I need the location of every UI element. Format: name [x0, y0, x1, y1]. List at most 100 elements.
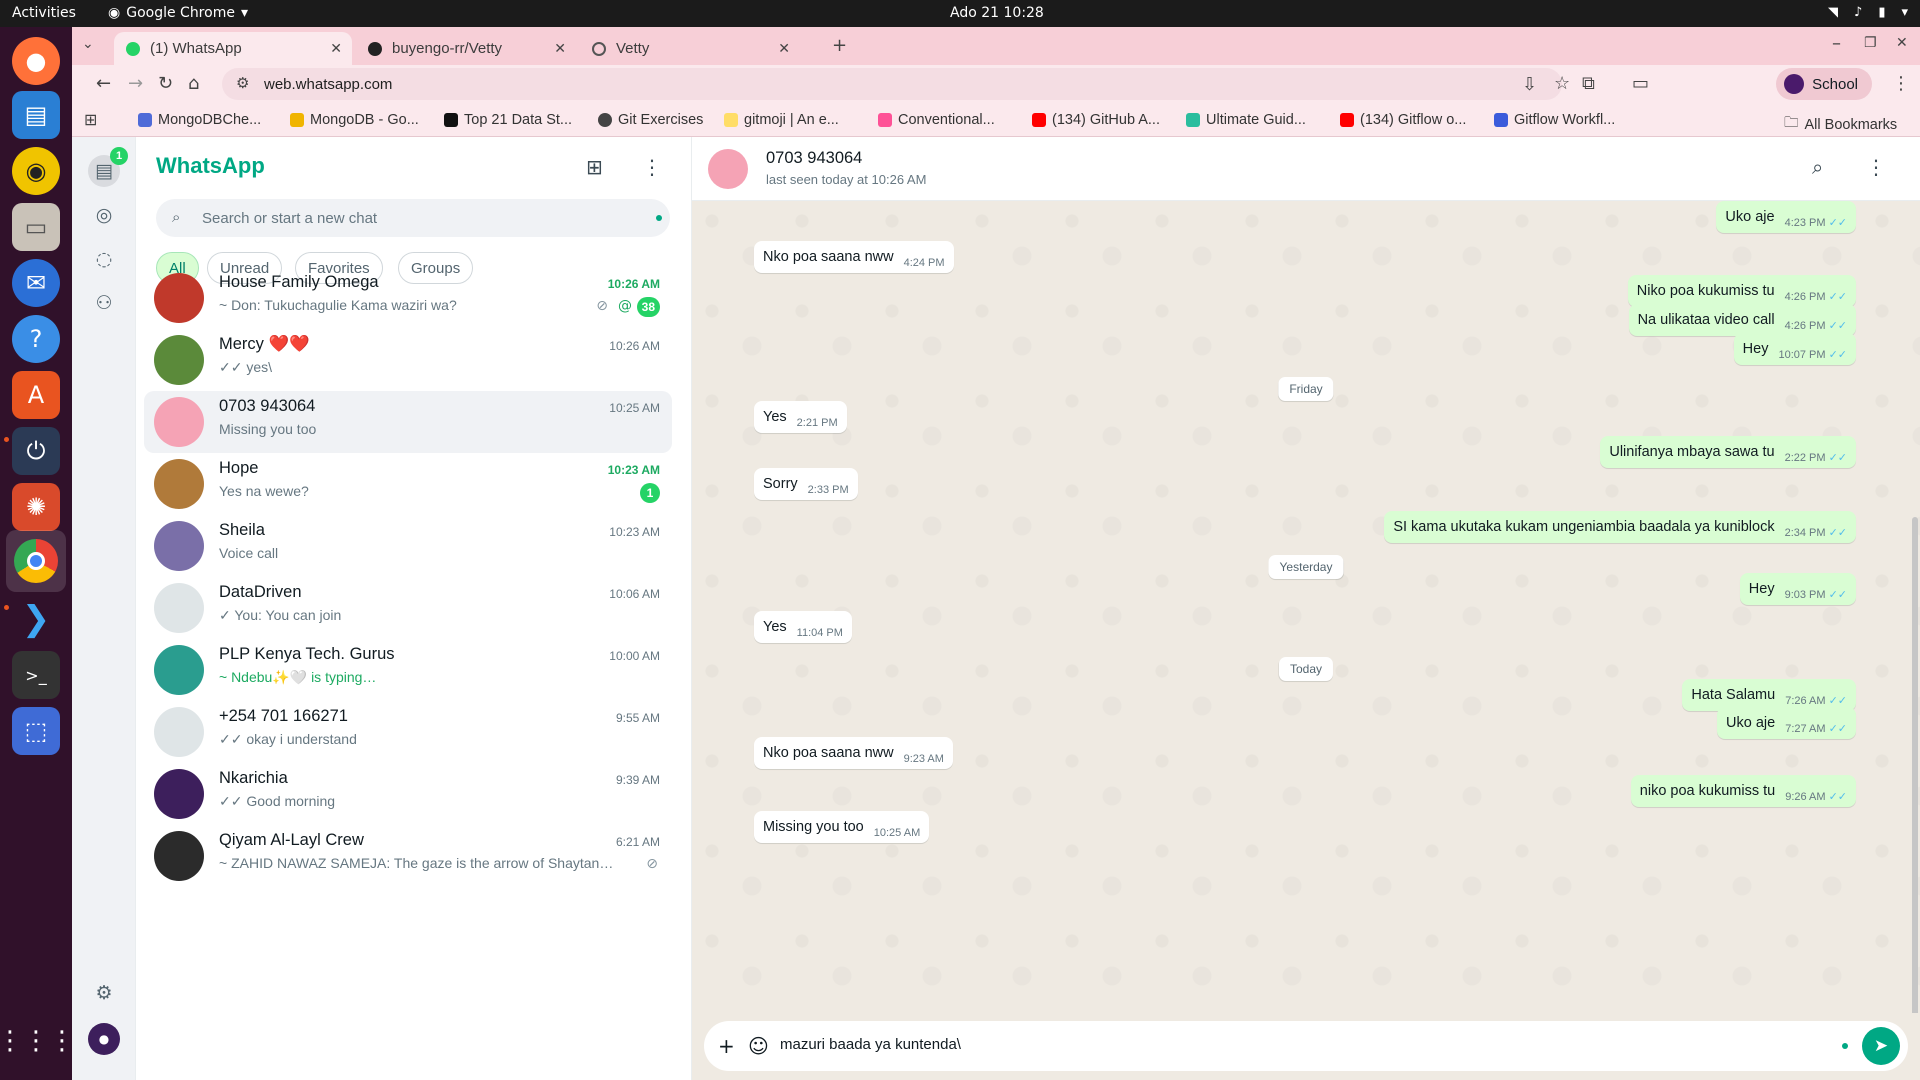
- close-tab-icon[interactable]: ✕: [554, 40, 566, 57]
- emoji-icon[interactable]: ☺: [748, 1034, 769, 1058]
- system-tray[interactable]: ◥ ♪ ▮ ▾: [1828, 5, 1908, 20]
- vscode-icon[interactable]: ❯: [12, 595, 60, 643]
- close-tab-icon[interactable]: ✕: [778, 40, 790, 57]
- kebab-menu-icon[interactable]: ⋮: [1892, 73, 1910, 94]
- screenshot-icon[interactable]: ⬚: [12, 707, 60, 755]
- install-app-icon[interactable]: ⇩: [1522, 74, 1537, 95]
- bookmark-item[interactable]: Gitflow Workfl...: [1494, 112, 1615, 128]
- cast-icon[interactable]: ▭: [1632, 73, 1649, 94]
- apps-grid-icon[interactable]: ⊞: [84, 110, 97, 129]
- status-icon[interactable]: ◎: [88, 199, 120, 231]
- conversation-header[interactable]: 0703 943064 last seen today at 10:26 AM …: [692, 137, 1920, 201]
- search-icon[interactable]: ⌕: [1812, 155, 1823, 179]
- chat-row[interactable]: PLP Kenya Tech. Gurus 10:00 AM ~ Ndebu✨🤍 i…: [144, 639, 672, 701]
- writer-icon[interactable]: ▤: [12, 91, 60, 139]
- clock[interactable]: Ado 21 10:28: [950, 5, 1044, 21]
- bookmark-item[interactable]: Conventional...: [878, 112, 995, 128]
- incoming-message[interactable]: Sorry 2:33 PM: [754, 468, 858, 500]
- chat-row[interactable]: Sheila 10:23 AM Voice call: [144, 515, 672, 577]
- menu-icon[interactable]: ⋮: [1866, 155, 1886, 179]
- chat-row[interactable]: Hope 10:23 AM Yes na wewe? 1: [144, 453, 672, 515]
- communities-icon[interactable]: ⚇: [88, 287, 120, 319]
- settings-icon[interactable]: ⚙: [88, 977, 120, 1009]
- attach-plus-icon[interactable]: +: [718, 1034, 735, 1058]
- close-tab-icon[interactable]: ✕: [330, 40, 342, 57]
- thunderbird-icon[interactable]: ✉: [12, 259, 60, 307]
- scope-app-icon[interactable]: ✺: [12, 483, 60, 531]
- bookmark-item[interactable]: (134) Gitflow o...: [1340, 112, 1466, 128]
- incoming-message[interactable]: Yes 11:04 PM: [754, 611, 852, 643]
- app-menu[interactable]: ◉ Google Chrome ▾: [108, 5, 248, 21]
- minimize-icon[interactable]: –: [1832, 33, 1841, 54]
- channels-icon[interactable]: ◌: [88, 243, 120, 275]
- chat-row[interactable]: DataDriven 10:06 AM ✓ You: You can join: [144, 577, 672, 639]
- help-icon[interactable]: ?: [12, 315, 60, 363]
- outgoing-message[interactable]: Uko aje 4:23 PM ✓✓: [1716, 201, 1856, 233]
- tab-search-icon[interactable]: ⌄: [82, 36, 94, 52]
- scrollbar[interactable]: [1912, 517, 1918, 1037]
- new-chat-icon[interactable]: ⊞: [586, 155, 603, 179]
- incoming-message[interactable]: Yes 2:21 PM: [754, 401, 847, 433]
- close-window-icon[interactable]: ✕: [1896, 35, 1908, 51]
- bookmark-star-icon[interactable]: ☆: [1554, 73, 1570, 94]
- outgoing-message[interactable]: Ulinifanya mbaya sawa tu 2:22 PM ✓✓: [1600, 436, 1856, 468]
- files-icon[interactable]: ▭: [12, 203, 60, 251]
- chat-row[interactable]: Qiyam Al-Layl Crew 6:21 AM ~ ZAHID NAWAZ S…: [144, 825, 672, 887]
- chat-row[interactable]: House Family Omega 10:26 AM ~ Don: Tukucha…: [144, 267, 672, 329]
- power-app-icon[interactable]: ⏻: [12, 427, 60, 475]
- site-info-icon[interactable]: ⚙: [236, 74, 249, 92]
- firefox-icon[interactable]: ●: [12, 37, 60, 85]
- tab-whatsapp[interactable]: (1) WhatsApp ✕: [114, 32, 352, 65]
- chat-row[interactable]: Nkarichia 9:39 AM ✓✓ Good morning: [144, 763, 672, 825]
- bookmark-item[interactable]: gitmoji | An e...: [724, 112, 839, 128]
- outgoing-message[interactable]: Na ulikataa video call 4:26 PM ✓✓: [1628, 304, 1856, 336]
- message-list[interactable]: Uko aje 4:23 PM ✓✓ Nko poa saana nww 4:24 PM…: [692, 201, 1920, 1013]
- bookmark-item[interactable]: MongoDB - Go...: [290, 112, 419, 128]
- outgoing-message[interactable]: Hey 10:07 PM ✓✓: [1733, 333, 1856, 365]
- outgoing-message[interactable]: SI kama ukutaka kukam ungeniambia baadal…: [1384, 511, 1856, 543]
- message-text: Uko aje: [1725, 209, 1775, 225]
- tab-github[interactable]: buyengo-rr/Vetty ✕: [356, 32, 576, 65]
- extensions-icon[interactable]: ⧉: [1582, 73, 1595, 94]
- address-bar[interactable]: ⚙ web.whatsapp.com ⇩ ☆: [222, 68, 1570, 100]
- chat-row[interactable]: 0703 943064 10:25 AM Missing you too: [144, 391, 672, 453]
- bookmark-item[interactable]: Git Exercises: [598, 112, 703, 128]
- terminal-icon[interactable]: >_: [12, 651, 60, 699]
- bookmark-item[interactable]: Ultimate Guid...: [1186, 112, 1306, 128]
- incoming-message[interactable]: Nko poa saana nww 4:24 PM: [754, 241, 954, 273]
- home-icon[interactable]: ⌂: [188, 73, 199, 94]
- message-text: Nko poa saana nww: [763, 745, 894, 761]
- search-input[interactable]: ⌕ Search or start a new chat: [156, 199, 670, 237]
- outgoing-message[interactable]: Uko aje 7:27 AM ✓✓: [1717, 707, 1856, 739]
- outgoing-message[interactable]: niko poa kukumiss tu 9:26 AM ✓✓: [1630, 775, 1856, 807]
- rhythmbox-icon[interactable]: ◉: [12, 147, 60, 195]
- incoming-message[interactable]: Nko poa saana nww 9:23 AM: [754, 737, 953, 769]
- profile-avatar[interactable]: ●: [88, 1023, 120, 1055]
- activities-button[interactable]: Activities: [12, 5, 76, 21]
- outgoing-message[interactable]: Niko poa kukumiss tu 4:26 PM ✓✓: [1627, 275, 1856, 307]
- contact-avatar[interactable]: [708, 149, 748, 189]
- chat-row[interactable]: Mercy ❤️❤️ 10:26 AM ✓✓ yes\: [144, 329, 672, 391]
- chrome-dock-icon[interactable]: [6, 530, 66, 592]
- forward-icon[interactable]: →: [128, 73, 143, 94]
- maximize-icon[interactable]: ❐: [1864, 35, 1877, 51]
- message-input[interactable]: mazuri baada ya kuntenda\: [780, 1036, 961, 1053]
- menu-icon[interactable]: ⋮: [642, 155, 662, 179]
- show-apps-icon[interactable]: ⋮⋮⋮: [0, 1017, 75, 1065]
- message-input-box[interactable]: + ☺ mazuri baada ya kuntenda\ ➤: [704, 1021, 1908, 1071]
- profile-button[interactable]: School: [1776, 68, 1872, 100]
- outgoing-message[interactable]: Hey 9:03 PM ✓✓: [1739, 573, 1856, 605]
- app-center-icon[interactable]: A: [12, 371, 60, 419]
- chevron-down-icon: ▾: [240, 5, 248, 21]
- incoming-message[interactable]: Missing you too 10:25 AM: [754, 811, 930, 843]
- reload-icon[interactable]: ↻: [158, 73, 173, 94]
- chat-row[interactable]: +254 701 166271 9:55 AM ✓✓ okay i understa…: [144, 701, 672, 763]
- back-icon[interactable]: ←: [96, 73, 111, 94]
- bookmark-item[interactable]: Top 21 Data St...: [444, 112, 572, 128]
- tab-vetty[interactable]: Vetty ✕: [580, 32, 800, 65]
- all-bookmarks[interactable]: 🗀 All Bookmarks: [1784, 112, 1897, 137]
- bookmark-item[interactable]: (134) GitHub A...: [1032, 112, 1160, 128]
- new-tab-icon[interactable]: +: [832, 35, 847, 56]
- send-button[interactable]: ➤: [1862, 1027, 1900, 1065]
- bookmark-item[interactable]: MongoDBChe...: [138, 112, 261, 128]
